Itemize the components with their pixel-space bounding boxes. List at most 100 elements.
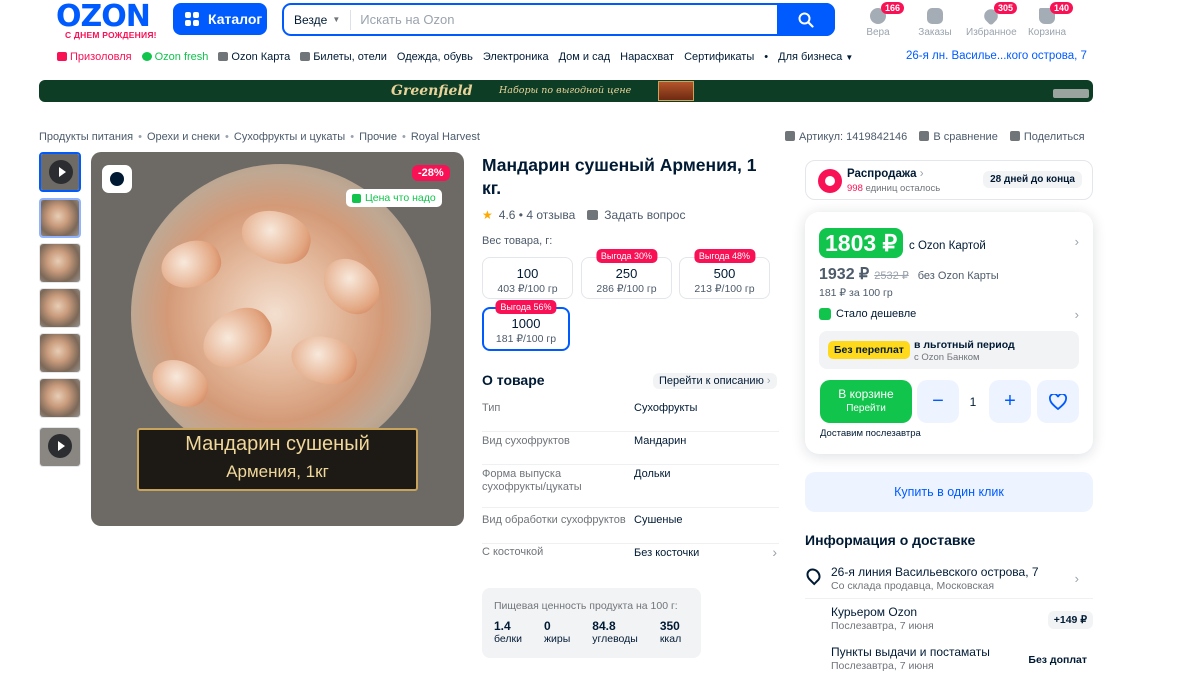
breadcrumb-item[interactable]: Орехи и снеки <box>147 131 220 143</box>
thumbnail[interactable] <box>39 378 81 418</box>
sale-title-text: Распродажа <box>847 168 917 180</box>
search-input[interactable] <box>351 12 772 27</box>
image-caption-line2: Армения, 1кг <box>226 462 329 481</box>
search-button[interactable] <box>777 3 835 36</box>
subnav-item[interactable]: Ozon Карта <box>218 51 290 63</box>
star-icon: ★ <box>482 208 493 222</box>
breadcrumb-item[interactable]: Сухофрукты и цукаты <box>234 131 345 143</box>
increase-qty-button[interactable]: + <box>989 380 1031 423</box>
article-text: Артикул: 1419842146 <box>799 131 908 143</box>
sale-title: Распродажа › <box>847 168 924 180</box>
spec-key: Вид обработки сухофруктов <box>482 514 626 526</box>
secondary-nav: Призоловля Ozon fresh Ozon Карта Билеты,… <box>57 50 853 64</box>
nav-profile[interactable]: 166 Вера <box>853 2 905 38</box>
subnav-item[interactable]: Электроника <box>483 51 549 63</box>
weight-value: 250 <box>615 266 638 281</box>
chevron-right-icon: › <box>1074 571 1079 586</box>
delivery-row: Пункты выдачи и постаматы Послезавтра, 7… <box>805 645 1093 679</box>
delivery-row[interactable]: 26-я линия Васильевского острова, 7 Со с… <box>803 565 1093 599</box>
good-price-badge[interactable]: Цена что надо <box>346 189 442 207</box>
search-scope-label: Везде <box>294 12 328 27</box>
card-icon <box>218 52 229 61</box>
go-to-description-label: Перейти к описанию <box>659 375 764 387</box>
chevron-right-icon: › <box>772 544 777 560</box>
banner-brand: Greenfield <box>391 83 473 99</box>
weight-label: Вес товара, г: <box>482 235 553 247</box>
savings-badge: Выгода 30% <box>595 249 658 263</box>
subnav-item[interactable]: Ozon fresh <box>141 51 208 63</box>
compare-button[interactable]: В сравнение <box>919 131 998 143</box>
subnav-item[interactable]: Призоловля <box>57 51 132 63</box>
nutrition-unit: ккал <box>659 633 682 645</box>
nutrition-unit: углеводы <box>592 633 638 645</box>
weight-unit-price: 403 ₽/100 гр <box>497 283 558 295</box>
plane-icon <box>300 52 311 61</box>
favorite-button[interactable] <box>1037 380 1079 423</box>
weight-value: 1000 <box>511 316 541 331</box>
nutrition-item: 1.4 белки <box>494 619 522 645</box>
breadcrumb-item[interactable]: Royal Harvest <box>411 131 480 143</box>
search-icon <box>798 12 814 28</box>
nav-cart[interactable]: 140 Корзина <box>1022 2 1074 38</box>
thumbnail[interactable] <box>39 198 81 238</box>
installment-offer[interactable]: Без переплат в льготный период с Ozon Ба… <box>819 331 1079 369</box>
nutrition-number: 0 <box>543 619 551 633</box>
catalog-label: Каталог <box>208 11 263 27</box>
card-price: 1803 ₽ <box>819 228 904 258</box>
ask-question-button[interactable]: Задать вопрос <box>587 208 685 222</box>
share-icon <box>1009 131 1020 141</box>
arrow-down-icon <box>819 308 831 320</box>
share-button[interactable]: Поделиться <box>1009 131 1085 143</box>
ozon-logo[interactable]: OZON С ДНЕМ РОЖДЕНИЯ! <box>56 2 164 42</box>
delivery-row-sub: Со склада продавца, Московская <box>831 580 995 592</box>
delivery-address-link[interactable]: 26-я лн. Василье...кого острова, 7 <box>906 50 1087 62</box>
zoom-search-button[interactable] <box>102 165 132 193</box>
location-pin-icon <box>803 565 824 586</box>
weight-value: 500 <box>713 266 736 281</box>
nav-favorites-label: Избранное <box>966 27 1017 38</box>
promo-banner[interactable]: Greenfield Наборы по выгодной цене <box>39 80 1093 102</box>
play-icon <box>48 434 72 458</box>
delivery-row-title: Курьером Ozon <box>831 605 918 619</box>
spec-value: Сухофрукты <box>634 402 698 414</box>
nav-orders[interactable]: Заказы <box>910 4 960 38</box>
buy-one-click-button[interactable]: Купить в один клик <box>805 472 1093 512</box>
weight-option[interactable]: Выгода 30% 250 286 ₽/100 гр <box>581 249 672 299</box>
in-cart-button[interactable]: В корзине Перейти <box>820 380 912 423</box>
thumbnail-video[interactable] <box>39 427 81 467</box>
breadcrumb-item[interactable]: Прочие <box>359 131 397 143</box>
thumbnail[interactable] <box>39 333 81 373</box>
go-to-description-button[interactable]: Перейти к описанию › <box>653 373 777 389</box>
subnav-item[interactable]: Сертификаты <box>684 51 754 63</box>
play-icon <box>49 160 73 184</box>
chevron-right-icon: › <box>919 168 924 180</box>
nutrition-unit: белки <box>494 633 522 645</box>
thumbnail-video[interactable] <box>39 152 81 192</box>
subnav-item[interactable]: Дом и сад <box>559 51 611 63</box>
weight-option[interactable]: 100 403 ₽/100 гр <box>482 257 573 299</box>
subnav-item[interactable]: Одежда, обувь <box>397 51 473 63</box>
decrease-qty-button[interactable]: − <box>917 380 959 423</box>
weight-option-selected[interactable]: Выгода 56% 1000 181 ₽/100 гр <box>482 300 570 351</box>
spec-row[interactable]: С косточкой Без косточки › <box>482 544 779 576</box>
breadcrumb-item[interactable]: Продукты питания <box>39 131 133 143</box>
subnav-item[interactable]: Билеты, отели <box>300 51 387 63</box>
product-title: Мандарин сушеный Армения, 1 кг. <box>482 155 757 198</box>
nav-favorites[interactable]: 305 Избранное <box>966 2 1018 38</box>
chevron-right-icon[interactable]: › <box>1075 234 1079 249</box>
article-number[interactable]: Артикул: 1419842146 <box>785 131 907 143</box>
about-title: О товаре <box>482 372 545 388</box>
subnav-item[interactable]: Нарасхват <box>620 51 674 63</box>
subnav-item-business[interactable]: Для бизнеса ▼ <box>778 51 853 63</box>
thumbnail[interactable] <box>39 288 81 328</box>
rating-value[interactable]: 4.6 • 4 отзыва <box>499 208 576 222</box>
search-scope-select[interactable]: Везде ▼ <box>284 9 352 30</box>
thumbnail[interactable] <box>39 243 81 283</box>
catalog-button[interactable]: Каталог <box>173 3 267 35</box>
weight-option[interactable]: Выгода 48% 500 213 ₽/100 гр <box>679 249 770 299</box>
sale-banner[interactable]: Распродажа › 998 единиц осталось 28 дней… <box>805 160 1093 200</box>
spec-row: Вид обработки сухофруктов Сушеные <box>482 514 779 544</box>
delivery-row-title: 26-я линия Васильевского острова, 7 <box>831 565 1039 579</box>
price-dropped[interactable]: Стало дешевле <box>819 308 916 320</box>
product-main-image[interactable]: Мандарин сушеный Армения, 1кг <box>91 152 464 526</box>
